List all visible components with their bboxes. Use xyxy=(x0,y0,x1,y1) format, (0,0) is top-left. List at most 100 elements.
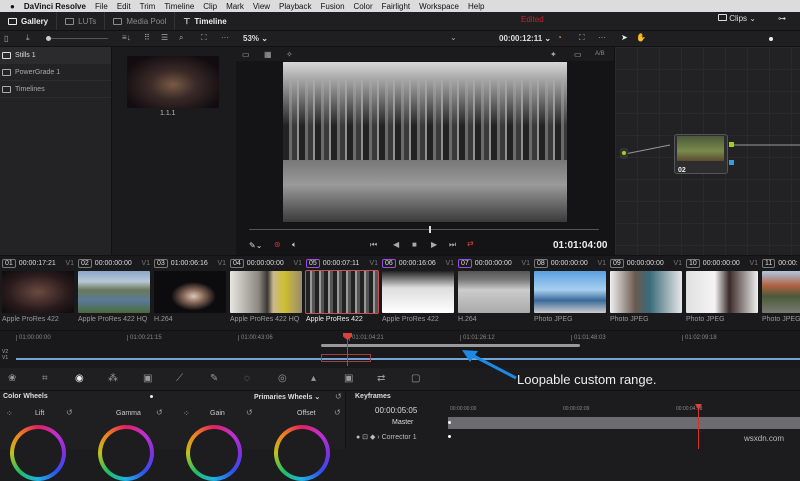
loop-icon[interactable]: ⇄ xyxy=(467,239,474,248)
tab-media-pool[interactable]: Media Pool xyxy=(105,12,176,30)
clip-05[interactable]: 05 00:00:07:11 V1 Apple ProRes 422 xyxy=(305,258,382,328)
clip-thumbnail[interactable] xyxy=(154,271,226,313)
selected-clip-range[interactable] xyxy=(321,354,371,362)
rgb-mixer-icon[interactable]: ⁂ xyxy=(108,373,118,384)
color-picker-icon[interactable]: ◔ xyxy=(557,33,562,42)
sizing-icon[interactable]: ⇄ xyxy=(377,373,385,384)
pointer-icon[interactable]: ➤ xyxy=(621,33,628,42)
clip-thumbnail[interactable] xyxy=(534,271,606,313)
menu-color[interactable]: Color xyxy=(354,2,373,11)
fullscreen-icon[interactable]: ⛶ xyxy=(201,33,207,43)
menu-help[interactable]: Help xyxy=(468,2,484,11)
menu-clip[interactable]: Clip xyxy=(203,2,217,11)
tab-timeline[interactable]: ⊤ Timeline xyxy=(175,12,234,30)
timecode-select[interactable]: 00:00:12:11 ⌄ xyxy=(499,34,551,43)
viewer-options-chevron-icon[interactable]: ⌄ xyxy=(450,33,457,42)
clip-07[interactable]: 07 00:00:00:00 V1 H.264 xyxy=(458,258,534,328)
clip-01[interactable]: 01 00:00:17:21 V1 Apple ProRes 422 xyxy=(2,258,78,328)
clip-04[interactable]: 04 00:00:00:00 V1 Apple ProRes 422 HQ xyxy=(230,258,306,328)
clip-thumbnail[interactable] xyxy=(305,270,379,314)
search-icon[interactable]: ⌕ xyxy=(179,33,183,43)
menu-playback[interactable]: Playback xyxy=(279,2,311,11)
offset-reset-icon[interactable]: ↺ xyxy=(334,408,341,417)
tab-luts[interactable]: LUTs xyxy=(57,12,106,30)
clip-09[interactable]: 09 00:00:00:00 V1 Photo JPEG xyxy=(610,258,686,328)
curves-icon[interactable]: ⟋ xyxy=(176,373,183,384)
clip-08[interactable]: 08 00:00:00:00 V1 Photo JPEG xyxy=(534,258,610,328)
gain-picker-icon[interactable]: ⁘ xyxy=(183,409,190,418)
highlight-icon[interactable]: ⊛ xyxy=(274,240,281,249)
kf-row-corrector-1[interactable]: ● ⊡ ◆ › Corrector 1 xyxy=(356,433,417,441)
clip-10[interactable]: 10 00:00:00:00 V1 Photo JPEG xyxy=(686,258,762,328)
mini-timeline[interactable] xyxy=(0,330,800,368)
key-icon[interactable]: ▣ xyxy=(344,373,353,384)
wheels-mode-select[interactable]: Primaries Wheels ⌄ xyxy=(254,393,320,401)
wipe-icon[interactable]: ▭ xyxy=(574,50,582,59)
clip-06[interactable]: 06 00:00:16:06 V1 Apple ProRes 422 xyxy=(382,258,458,328)
sparkle-icon[interactable]: ✦ xyxy=(550,50,557,59)
tab-gallery[interactable]: Gallery xyxy=(0,12,58,30)
clip-thumbnail[interactable] xyxy=(610,271,682,313)
clip-thumbnail[interactable] xyxy=(762,271,800,313)
keyframe-playhead[interactable] xyxy=(698,406,699,449)
apple-icon[interactable]: ● xyxy=(10,2,15,11)
menu-fairlight[interactable]: Fairlight xyxy=(382,2,410,11)
hand-icon[interactable]: ✋ xyxy=(636,33,646,42)
camera-raw-icon[interactable]: ❀ xyxy=(8,373,16,384)
viewer-more-icon[interactable]: ··· xyxy=(598,33,606,42)
expand-icon[interactable]: ⛶ xyxy=(579,33,585,43)
lift-picker-icon[interactable]: ⁘ xyxy=(6,409,13,418)
menu-trim[interactable]: Trim xyxy=(140,2,156,11)
page-dot-icon[interactable] xyxy=(769,37,773,41)
v1-track-clips[interactable] xyxy=(16,358,800,360)
keyframe-dot[interactable] xyxy=(448,421,451,424)
app-name[interactable]: DaVinci Resolve xyxy=(24,2,86,11)
color-match-icon[interactable]: ⌗ xyxy=(42,373,48,384)
split-icon[interactable]: ▦ xyxy=(264,50,272,59)
audio-icon[interactable]: 🔈︎ xyxy=(292,240,297,250)
gamma-wheel[interactable] xyxy=(98,425,154,481)
node-rgb-output[interactable] xyxy=(729,142,734,147)
clip-03[interactable]: 03 01:00:06:16 V1 H.264 xyxy=(154,258,230,328)
play-icon[interactable]: ▶ xyxy=(431,240,437,249)
ab-label[interactable]: A/B xyxy=(595,51,605,57)
lift-reset-icon[interactable]: ↺ xyxy=(66,408,73,417)
tracker-icon[interactable]: ◎ xyxy=(278,373,287,384)
clip-thumbnail[interactable] xyxy=(382,271,454,313)
qualifier-icon[interactable]: ✎ xyxy=(210,373,218,384)
gain-reset-icon[interactable]: ↺ xyxy=(246,408,253,417)
clip-thumbnail[interactable] xyxy=(230,271,302,313)
menu-mark[interactable]: Mark xyxy=(226,2,244,11)
stop-icon[interactable]: ■ xyxy=(412,240,417,249)
sidebar-item-powergrade[interactable]: PowerGrade 1 xyxy=(0,64,111,81)
reverse-play-icon[interactable]: ◀ xyxy=(393,240,399,249)
master-keyframe-track[interactable] xyxy=(448,417,800,429)
menu-timeline[interactable]: Timeline xyxy=(164,2,194,11)
lift-wheel[interactable] xyxy=(10,425,66,481)
go-to-start-icon[interactable]: ⏮︎ xyxy=(370,240,377,250)
clip-11[interactable]: 1100:00:V1 Photo JPEG xyxy=(762,258,800,328)
scrubber-head[interactable] xyxy=(429,226,431,233)
gamma-reset-icon[interactable]: ↺ xyxy=(156,408,163,417)
sidebar-item-stills[interactable]: Stills 1 xyxy=(0,47,111,64)
sort-icon[interactable]: ≡↓ xyxy=(122,33,131,42)
viewer-scrubber[interactable] xyxy=(249,229,599,230)
clips-button[interactable]: Clips ⌄ xyxy=(718,14,756,23)
gallery-still-thumbnail[interactable] xyxy=(127,56,219,108)
color-wheels-icon[interactable]: ◉ xyxy=(75,373,84,384)
menu-workspace[interactable]: Workspace xyxy=(419,2,459,11)
sidebar-item-timelines[interactable]: Timelines xyxy=(0,81,111,98)
gain-wheel[interactable] xyxy=(186,425,242,481)
blur-icon[interactable]: ▴ xyxy=(311,373,316,384)
loop-range-bar[interactable] xyxy=(321,344,580,347)
eyedropper-icon[interactable]: ✎⌄ xyxy=(249,241,262,250)
slider-handle[interactable] xyxy=(46,36,51,41)
clip-thumbnail[interactable] xyxy=(458,271,530,313)
offset-wheel[interactable] xyxy=(274,425,330,481)
nodes-icon[interactable]: ⊶ xyxy=(778,14,786,23)
list-view-icon[interactable]: ☰ xyxy=(161,33,168,42)
grab-still-icon[interactable]: ⤓ xyxy=(26,33,30,43)
3d-icon[interactable]: ▢ xyxy=(411,373,420,384)
zoom-select[interactable]: 53% ⌄ xyxy=(243,34,268,43)
grid-view-icon[interactable]: ⠿ xyxy=(144,33,150,42)
